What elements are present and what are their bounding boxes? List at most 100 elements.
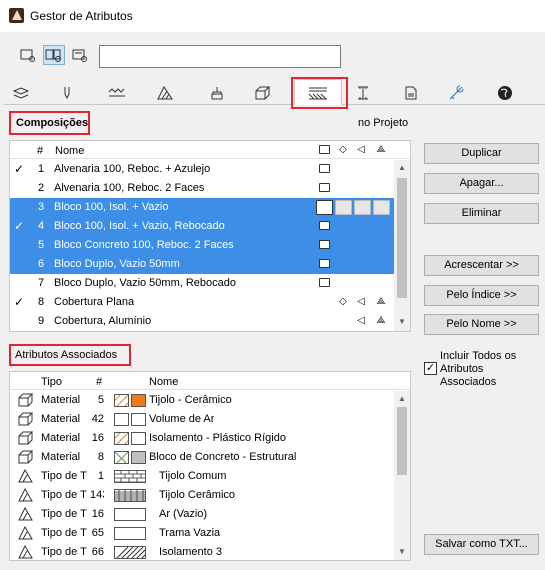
scroll-up-icon[interactable]: ▲	[398, 164, 406, 172]
table-row[interactable]: Material 5 Tijolo - Cerâmico	[10, 391, 396, 410]
include-all-checkbox[interactable]: ✓	[424, 362, 437, 375]
split-view-button[interactable]	[43, 45, 65, 65]
wall-icon	[319, 259, 330, 268]
compositions-list[interactable]: # Nome ◇ ◁ ⟁ ✓ 1 Alvenaria 100, Reboc. +…	[9, 140, 411, 332]
color-swatch	[131, 432, 146, 445]
associated-header: Tipo # Nome	[10, 372, 410, 390]
list-view-button[interactable]	[17, 45, 39, 65]
hatch-swatch	[114, 451, 129, 464]
associated-list[interactable]: Tipo # Nome Material 5 Tijolo - Cerâmico…	[9, 371, 411, 561]
tab-fills[interactable]	[148, 81, 182, 104]
hatch-swatch	[114, 413, 129, 426]
scroll-thumb[interactable]	[397, 407, 407, 475]
roof-use-icon: ⟁	[376, 315, 386, 326]
tab-zone-categories[interactable]	[394, 81, 428, 104]
slab-use-icon: ◁	[357, 296, 365, 307]
tab-surfaces[interactable]	[199, 81, 233, 104]
building-material-icon	[255, 86, 271, 99]
compositions-label-highlight	[9, 111, 90, 135]
building-material-icon	[18, 450, 34, 464]
paint-brush-icon	[211, 86, 223, 99]
by-index-button[interactable]: Pelo Índice >>	[424, 285, 539, 306]
header-slab-icon: ◁	[357, 144, 365, 155]
list-item[interactable]: 3 Bloco 100, Isol. + Vazio	[10, 198, 396, 217]
color-swatch	[131, 413, 146, 426]
table-row[interactable]: Material 16 Isolamento - Plástico Rígido	[10, 429, 396, 448]
table-row[interactable]: Tipo de T 65 Trama Vazia	[10, 524, 396, 543]
detail-view-icon	[72, 49, 87, 62]
scroll-thumb[interactable]	[397, 178, 407, 298]
roof-checkbox[interactable]	[373, 200, 390, 215]
tab-layers[interactable]	[4, 81, 38, 104]
list-view-icon	[20, 49, 35, 62]
hatch-swatch	[114, 527, 146, 540]
fill-icon	[157, 85, 173, 99]
tab-pens[interactable]	[50, 81, 84, 104]
fill-type-icon	[18, 507, 33, 521]
line-types-icon	[108, 87, 125, 96]
by-name-button[interactable]: Pelo Nome >>	[424, 314, 539, 335]
hatch-swatch	[114, 432, 129, 445]
duplicate-button[interactable]: Duplicar	[424, 143, 539, 164]
hatch-swatch	[114, 470, 146, 483]
add-button[interactable]: Acrescentar >>	[424, 255, 539, 276]
table-row[interactable]: Tipo de T 1 Tijolo Comum	[10, 467, 396, 486]
search-input[interactable]	[99, 45, 341, 68]
tab-line-types[interactable]	[100, 81, 134, 104]
associated-scrollbar[interactable]: ▲ ▼	[394, 391, 410, 560]
scroll-down-icon[interactable]: ▼	[398, 318, 406, 326]
app-icon	[9, 8, 24, 23]
detail-view-button[interactable]	[69, 45, 91, 65]
column-name: Nome	[149, 376, 179, 388]
compositions-scrollbar[interactable]: ▲ ▼	[394, 160, 410, 331]
table-row[interactable]: Tipo de T 16 Ar (Vazio)	[10, 505, 396, 524]
table-row[interactable]: Tipo de T 143 Tijolo Cerâmico	[10, 486, 396, 505]
list-item[interactable]: ✓ 4 Bloco 100, Isol. + Vazio, Rebocado	[10, 217, 396, 236]
list-item[interactable]: 2 Alvenaria 100, Reboc. 2 Faces	[10, 179, 396, 198]
list-item[interactable]: 7 Bloco Duplo, Vazio 50mm, Rebocado	[10, 274, 396, 293]
split-view-icon	[45, 49, 61, 62]
list-item[interactable]: ✓ 8 Cobertura Plana ◇ ◁ ⟁	[10, 293, 396, 312]
tab-mep-systems[interactable]	[440, 81, 474, 104]
wall-checkbox[interactable]	[316, 200, 333, 215]
column-checkbox[interactable]	[335, 200, 352, 215]
remove-button[interactable]: Eliminar	[424, 203, 539, 224]
list-item[interactable]: 9 Cobertura, Alumínio ◁ ⟁	[10, 312, 396, 331]
fill-type-icon	[18, 488, 33, 502]
profile-icon	[358, 86, 368, 99]
hatch-swatch	[114, 489, 146, 502]
header-roof-icon: ⟁	[376, 144, 386, 155]
slab-checkbox[interactable]	[354, 200, 371, 215]
building-material-icon	[18, 393, 34, 407]
list-item[interactable]: ✓ 1 Alvenaria 100, Reboc. + Azulejo	[10, 160, 396, 179]
delete-button[interactable]: Apagar...	[424, 173, 539, 194]
list-item[interactable]: 5 Bloco Concreto 100, Reboc. 2 Faces	[10, 236, 396, 255]
associated-label-highlight	[9, 344, 131, 366]
wall-icon	[319, 164, 330, 173]
hatch-swatch	[114, 394, 129, 407]
header-wall-icon	[319, 145, 330, 154]
slab-use-icon: ◁	[357, 315, 365, 326]
compositions-rows: ✓ 1 Alvenaria 100, Reboc. + Azulejo 2 Al…	[10, 160, 396, 331]
roof-use-icon: ⟁	[376, 296, 386, 307]
table-row[interactable]: Tipo de T 66 Isolamento 3	[10, 543, 396, 560]
fill-type-icon	[18, 469, 33, 483]
tab-profiles[interactable]	[346, 81, 380, 104]
table-row[interactable]: Material 8 Bloco de Concreto - Estrutura…	[10, 448, 396, 467]
table-row[interactable]: Material 42 Volume de Ar	[10, 410, 396, 429]
mep-icon	[449, 85, 464, 99]
scroll-up-icon[interactable]: ▲	[398, 395, 406, 403]
column-name: Nome	[55, 145, 85, 157]
list-item[interactable]: 6 Bloco Duplo, Vazio 50mm	[10, 255, 396, 274]
column-type: Tipo	[41, 376, 62, 388]
layers-icon	[12, 86, 30, 99]
scroll-down-icon[interactable]: ▼	[398, 548, 406, 556]
hatch-swatch	[114, 546, 146, 559]
save-txt-button[interactable]: Salvar como TXT...	[424, 534, 539, 555]
globe-icon	[498, 85, 512, 100]
tab-building-materials[interactable]	[245, 81, 279, 104]
fill-type-icon	[18, 526, 33, 540]
tab-markup-styles[interactable]	[488, 81, 522, 104]
attribute-type-tabs	[4, 79, 545, 105]
wall-icon	[319, 221, 330, 230]
